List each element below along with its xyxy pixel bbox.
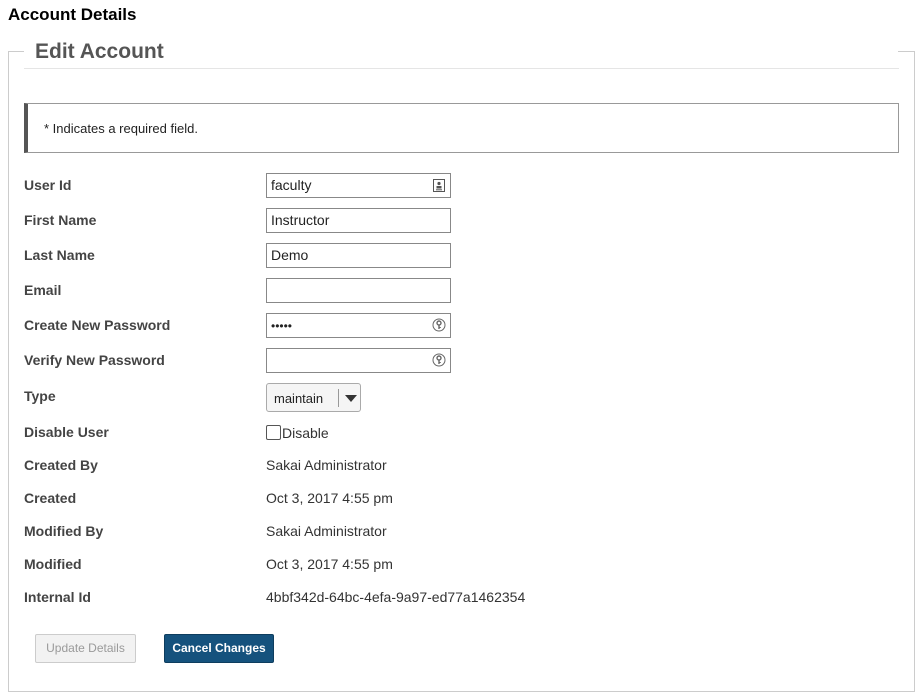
disable-user-label: Disable User bbox=[24, 424, 109, 440]
select-divider bbox=[338, 389, 339, 407]
new-password-label: Create New Password bbox=[24, 317, 171, 333]
last-name-field[interactable]: Demo bbox=[266, 243, 451, 268]
user-id-field[interactable]: faculty bbox=[266, 173, 451, 198]
user-id-label: User Id bbox=[24, 177, 72, 193]
first-name-field[interactable]: Instructor bbox=[266, 208, 451, 233]
internal-id-value: 4bbf342d-64bc-4efa-9a97-ed77a1462354 bbox=[266, 589, 526, 605]
user-id-value: faculty bbox=[271, 177, 312, 193]
cancel-changes-button[interactable]: Cancel Changes bbox=[164, 634, 274, 663]
email-label: Email bbox=[24, 282, 62, 298]
internal-id-label: Internal Id bbox=[24, 589, 91, 605]
password-key-icon[interactable] bbox=[432, 318, 446, 333]
last-name-label: Last Name bbox=[24, 247, 95, 263]
type-select[interactable]: maintain bbox=[266, 383, 361, 412]
disable-user-checkbox[interactable] bbox=[266, 425, 281, 440]
created-label: Created bbox=[24, 490, 77, 506]
update-details-button[interactable]: Update Details bbox=[35, 634, 136, 663]
created-by-label: Created By bbox=[24, 457, 98, 473]
type-selected-value: maintain bbox=[274, 391, 324, 406]
last-name-value: Demo bbox=[271, 247, 309, 263]
page-title: Account Details bbox=[8, 5, 137, 24]
chevron-down-icon[interactable] bbox=[345, 395, 357, 402]
verify-password-label: Verify New Password bbox=[24, 352, 165, 368]
created-value: Oct 3, 2017 4:55 pm bbox=[266, 490, 393, 506]
fieldset-legend: Edit Account bbox=[35, 40, 164, 63]
new-password-value: ••••• bbox=[271, 319, 293, 333]
modified-by-label: Modified By bbox=[24, 523, 104, 539]
first-name-label: First Name bbox=[24, 212, 97, 228]
contact-card-icon[interactable] bbox=[432, 178, 446, 193]
verify-password-field[interactable] bbox=[266, 348, 451, 373]
password-key-icon[interactable] bbox=[432, 353, 446, 368]
legend-divider bbox=[24, 68, 899, 69]
modified-label: Modified bbox=[24, 556, 82, 572]
modified-value: Oct 3, 2017 4:55 pm bbox=[266, 556, 393, 572]
required-field-notice: * Indicates a required field. bbox=[24, 103, 899, 153]
first-name-value: Instructor bbox=[271, 212, 330, 228]
type-label: Type bbox=[24, 388, 56, 404]
created-by-value: Sakai Administrator bbox=[266, 457, 387, 473]
modified-by-value: Sakai Administrator bbox=[266, 523, 387, 539]
disable-checkbox-label[interactable]: Disable bbox=[282, 425, 329, 441]
email-field[interactable] bbox=[266, 278, 451, 303]
required-field-notice-text: * Indicates a required field. bbox=[44, 121, 198, 136]
new-password-field[interactable]: ••••• bbox=[266, 313, 451, 338]
